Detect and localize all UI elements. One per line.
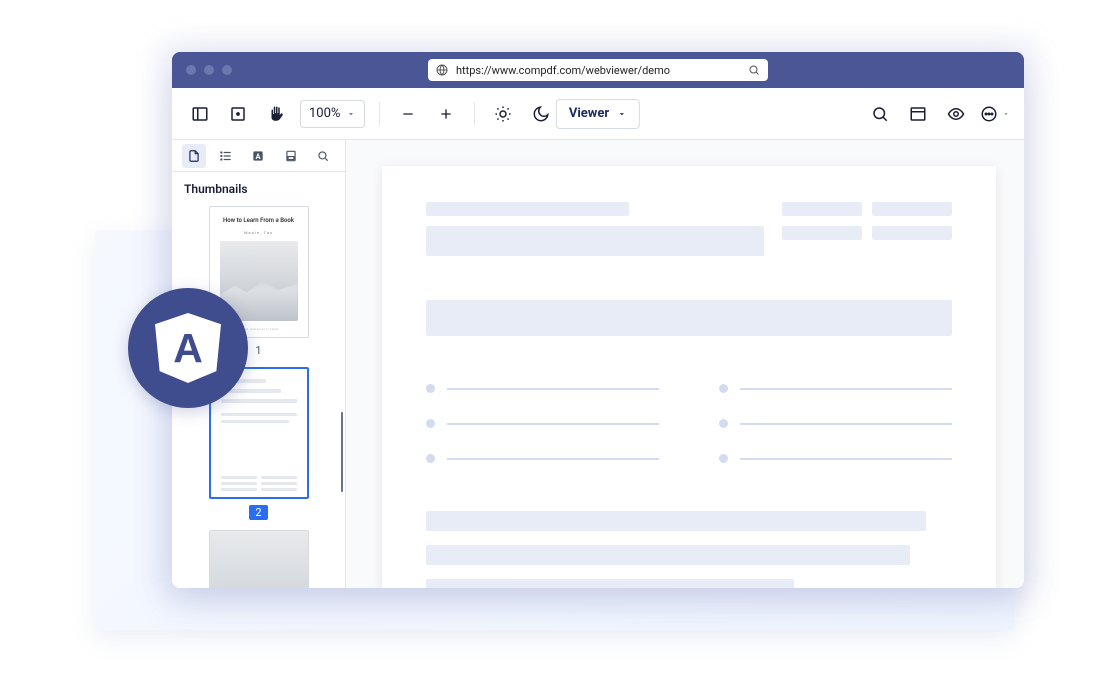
panel-toggle-button[interactable] bbox=[186, 100, 214, 128]
thumb-image bbox=[210, 531, 308, 588]
window-controls[interactable] bbox=[186, 65, 232, 75]
browser-window: https://www.compdf.com/webviewer/demo 10… bbox=[172, 52, 1024, 588]
bullet-icon bbox=[426, 454, 435, 463]
placeholder-block bbox=[221, 413, 297, 423]
bullet-icon bbox=[719, 419, 728, 428]
mode-label: Viewer bbox=[569, 106, 609, 121]
chevron-down-icon bbox=[617, 109, 627, 119]
placeholder-line bbox=[426, 579, 794, 588]
placeholder-block bbox=[221, 476, 297, 491]
toolbar-separator bbox=[474, 102, 475, 126]
thumb-doc-title: How to Learn From a Book bbox=[220, 217, 298, 224]
browser-titlebar: https://www.compdf.com/webviewer/demo bbox=[172, 52, 1024, 88]
thumb-doc-subtitle: Maple, Tas bbox=[220, 230, 298, 235]
pan-tool-button[interactable] bbox=[262, 100, 290, 128]
thumbnail-number: 2 bbox=[249, 505, 267, 520]
placeholder-header-row bbox=[426, 202, 952, 256]
placeholder-line bbox=[872, 202, 952, 216]
scrollbar-thumb[interactable] bbox=[341, 412, 343, 492]
svg-text:A: A bbox=[173, 325, 203, 371]
tab-annotations[interactable]: A bbox=[246, 144, 270, 168]
bullet-icon bbox=[426, 419, 435, 428]
chevron-down-icon bbox=[346, 109, 356, 119]
viewer-toolbar: 100% Viewer bbox=[172, 88, 1024, 140]
placeholder-line bbox=[221, 399, 297, 403]
light-mode-button[interactable] bbox=[489, 100, 517, 128]
toolbar-right bbox=[866, 100, 1010, 128]
toolbar-separator bbox=[379, 102, 380, 126]
placeholder-line bbox=[782, 202, 862, 216]
search-icon[interactable] bbox=[748, 64, 760, 76]
search-button[interactable] bbox=[866, 100, 894, 128]
placeholder-block bbox=[426, 226, 764, 256]
bullet-icon bbox=[719, 454, 728, 463]
more-options-button[interactable] bbox=[980, 100, 1010, 128]
tab-search[interactable] bbox=[311, 144, 335, 168]
placeholder-line bbox=[740, 388, 952, 390]
sidebar-panel-title: Thumbnails bbox=[172, 172, 345, 202]
tab-attachments[interactable] bbox=[279, 144, 303, 168]
mode-dropdown[interactable]: Viewer bbox=[556, 99, 640, 129]
placeholder-line bbox=[447, 458, 659, 460]
tab-outline[interactable] bbox=[214, 144, 238, 168]
thumbnail-item[interactable] bbox=[209, 530, 309, 588]
thumbnail-number: 1 bbox=[255, 344, 261, 357]
sidebar-tabs: A bbox=[172, 140, 345, 172]
url-bar[interactable]: https://www.compdf.com/webviewer/demo bbox=[428, 59, 768, 81]
bullet-icon bbox=[426, 384, 435, 393]
layout-button[interactable] bbox=[904, 100, 932, 128]
placeholder-line bbox=[740, 458, 952, 460]
fit-page-button[interactable] bbox=[224, 100, 252, 128]
placeholder-line bbox=[447, 388, 659, 390]
angular-badge: A bbox=[128, 288, 248, 408]
placeholder-line bbox=[447, 423, 659, 425]
zoom-out-button[interactable] bbox=[394, 100, 422, 128]
chevron-down-icon bbox=[1002, 110, 1010, 118]
window-maximize-icon[interactable] bbox=[222, 65, 232, 75]
bullet-icon bbox=[719, 384, 728, 393]
placeholder-line bbox=[426, 511, 926, 531]
placeholder-line bbox=[426, 545, 910, 565]
zoom-value: 100% bbox=[309, 106, 340, 121]
url-text: https://www.compdf.com/webviewer/demo bbox=[456, 64, 740, 77]
placeholder-line bbox=[740, 423, 952, 425]
placeholder-line bbox=[426, 202, 629, 216]
window-close-icon[interactable] bbox=[186, 65, 196, 75]
zoom-in-button[interactable] bbox=[432, 100, 460, 128]
viewer-content: A Thumbnails How to Learn From a Book Ma… bbox=[172, 140, 1024, 588]
thumbnail-page[interactable] bbox=[209, 530, 309, 588]
placeholder-line bbox=[872, 226, 952, 240]
dark-mode-button[interactable] bbox=[527, 100, 555, 128]
zoom-select[interactable]: 100% bbox=[300, 100, 365, 128]
angular-shield-icon: A bbox=[155, 313, 221, 383]
placeholder-block bbox=[426, 300, 952, 336]
placeholder-paragraph bbox=[426, 511, 952, 588]
document-page bbox=[382, 166, 996, 588]
visibility-button[interactable] bbox=[942, 100, 970, 128]
placeholder-bullet-columns bbox=[426, 384, 952, 463]
globe-icon bbox=[436, 64, 448, 76]
tab-thumbnails[interactable] bbox=[182, 144, 206, 168]
placeholder-line bbox=[782, 226, 862, 240]
window-minimize-icon[interactable] bbox=[204, 65, 214, 75]
document-viewport[interactable] bbox=[346, 140, 1024, 588]
